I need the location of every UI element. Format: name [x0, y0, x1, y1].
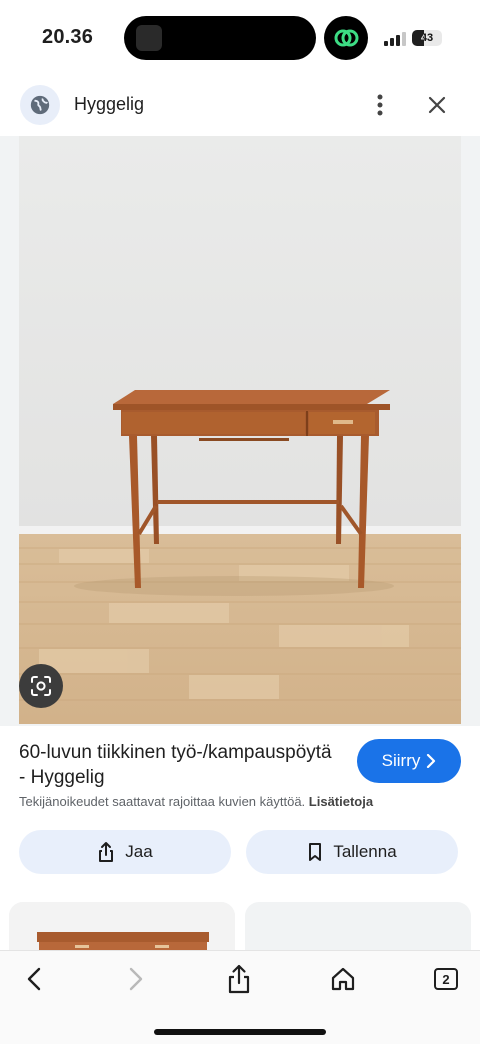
site-name[interactable]: Hyggelig — [74, 94, 144, 115]
share-icon — [99, 842, 114, 862]
battery-icon: 43 — [412, 30, 442, 46]
island-app-icon — [136, 25, 162, 51]
share-button[interactable]: Jaa — [19, 830, 231, 874]
close-icon[interactable] — [422, 90, 452, 120]
share-label: Jaa — [125, 842, 153, 861]
back-icon[interactable] — [14, 963, 54, 995]
status-time: 20.36 — [42, 26, 94, 48]
image-viewer — [0, 136, 480, 726]
bookmark-icon — [309, 843, 322, 861]
tab-count: 2 — [434, 968, 458, 990]
learn-more-link[interactable]: Lisätietoja — [309, 794, 373, 809]
result-header: Hyggelig — [0, 80, 480, 130]
more-vert-icon[interactable] — [366, 90, 394, 120]
signal-icon — [384, 32, 406, 46]
chevron-right-icon — [427, 754, 436, 768]
result-title[interactable]: 60-luvun tiikkinen työ-/kampauspöytä - H… — [19, 740, 339, 790]
dynamic-island — [124, 16, 316, 60]
home-icon[interactable] — [323, 963, 363, 995]
tabs-icon[interactable]: 2 — [426, 963, 466, 995]
visit-label: Siirry — [381, 751, 421, 770]
forward-icon[interactable] — [116, 963, 156, 995]
result-image[interactable] — [19, 136, 461, 724]
status-bar: 20.36 43 — [0, 0, 480, 76]
save-button[interactable]: Tallenna — [246, 830, 458, 874]
share-page-icon[interactable] — [219, 963, 259, 995]
save-label: Tallenna — [333, 842, 397, 861]
lens-icon[interactable] — [19, 664, 63, 708]
copyright-notice: Tekijänoikeudet saattavat rajoittaa kuvi… — [19, 794, 373, 809]
linked-app-icon — [324, 16, 368, 60]
browser-toolbar: 2 — [0, 950, 480, 1044]
battery-level: 43 — [420, 32, 434, 44]
home-indicator — [154, 1029, 326, 1035]
notice-text: Tekijänoikeudet saattavat rajoittaa kuvi… — [19, 794, 306, 809]
globe-icon[interactable] — [20, 85, 60, 125]
visit-button[interactable]: Siirry — [357, 739, 461, 783]
